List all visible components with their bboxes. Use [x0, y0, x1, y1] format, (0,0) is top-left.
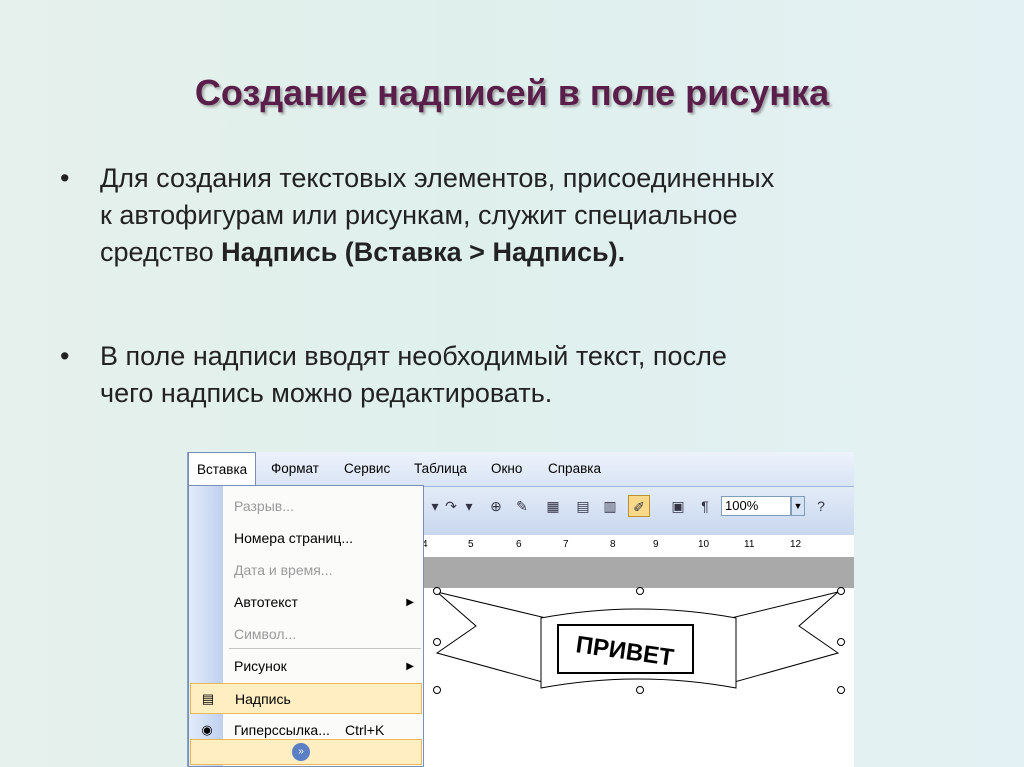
- document-page: ПРИВЕТ: [421, 588, 854, 767]
- menu-window[interactable]: Окно: [491, 452, 522, 486]
- resize-handle[interactable]: [636, 587, 644, 595]
- menu-help[interactable]: Справка: [548, 452, 601, 486]
- resize-handle[interactable]: [837, 638, 845, 646]
- menu-item-autotext[interactable]: Автотекст ▶: [190, 587, 422, 618]
- menu-item-label: Разрыв...: [234, 498, 294, 514]
- ruler-mark: 11: [744, 539, 755, 550]
- hyperlink-icon[interactable]: ⊕: [485, 495, 507, 517]
- resize-handle[interactable]: [433, 686, 441, 694]
- menu-item-picture[interactable]: Рисунок ▶: [190, 651, 422, 682]
- bullet-2-line-1: В поле надписи вводят необходимый текст,…: [100, 341, 727, 371]
- ruler-mark: 8: [610, 539, 616, 550]
- resize-handle[interactable]: [636, 686, 644, 694]
- bullet-1-line-2: к автофигурам или рисункам, служит специ…: [100, 200, 738, 230]
- menu-table[interactable]: Таблица: [414, 452, 467, 486]
- hyperlink-globe-icon: ◉: [201, 722, 213, 737]
- bullet-1-text: Для создания текстовых элементов, присое…: [100, 160, 980, 271]
- pilcrow-icon[interactable]: ¶: [694, 495, 716, 517]
- insert-menu-dropdown: Разрыв... Номера страниц... Дата и время…: [188, 485, 424, 767]
- insert-table-icon[interactable]: ▦: [542, 495, 564, 517]
- word-screenshot: Вставка Формат Сервис Таблица Окно Справ…: [187, 452, 854, 767]
- slide-background: Создание надписей в поле рисунка • Для с…: [0, 0, 1024, 767]
- insert-excel-icon[interactable]: ▤: [572, 495, 594, 517]
- menu-item-label: Символ...: [234, 626, 297, 642]
- bullet-1-line-3: средство Надпись (Вставка > Надпись).: [100, 234, 980, 271]
- drawing-icon[interactable]: ✐: [628, 495, 650, 517]
- zoom-box[interactable]: 100%: [721, 496, 791, 516]
- ruler-mark: 10: [698, 539, 710, 550]
- menu-expand-button[interactable]: »: [190, 739, 422, 765]
- menu-item-page-numbers[interactable]: Номера страниц...: [190, 523, 422, 554]
- bullet-2-text: В поле надписи вводят необходимый текст,…: [100, 338, 980, 412]
- menu-item-label: Рисунок: [234, 658, 287, 674]
- resize-handle[interactable]: [433, 587, 441, 595]
- menu-tools[interactable]: Сервис: [344, 452, 390, 486]
- textbox-icon: ▤: [201, 691, 215, 706]
- menu-item-symbol[interactable]: Символ...: [190, 619, 422, 650]
- horizontal-ruler: 4 5 6 7 8 9 10 11 12: [421, 535, 854, 558]
- redo-arrow-icon[interactable]: ▾: [458, 495, 480, 517]
- menu-item-label: Автотекст: [234, 594, 298, 610]
- zoom-dropdown-icon[interactable]: ▼: [791, 496, 805, 516]
- menu-separator: [229, 648, 421, 649]
- menu-item-date-time[interactable]: Дата и время...: [190, 555, 422, 586]
- ruler-mark: 12: [790, 539, 802, 550]
- resize-handle[interactable]: [837, 686, 845, 694]
- menu-item-break[interactable]: Разрыв...: [190, 491, 422, 522]
- banner-autoshape[interactable]: ПРИВЕТ: [421, 588, 854, 767]
- menu-insert[interactable]: Вставка: [188, 452, 257, 486]
- menu-item-label: Дата и время...: [234, 562, 333, 578]
- menu-format[interactable]: Формат: [271, 452, 319, 486]
- ruler-mark: 5: [468, 539, 474, 550]
- bullet-2-line-2: чего надпись можно редактировать.: [100, 378, 553, 408]
- menu-item-textbox[interactable]: ▤ Надпись: [190, 683, 422, 714]
- bullet-1-line-3-bold: Надпись (Вставка > Надпись).: [221, 237, 626, 267]
- bullet-1-line-3-plain: средство: [100, 237, 222, 267]
- ruler-mark: 6: [516, 539, 522, 550]
- bullet-marker: •: [60, 341, 70, 371]
- document-map-icon[interactable]: ▣: [667, 495, 689, 517]
- double-chevron-down-icon: »: [292, 743, 310, 761]
- submenu-arrow-icon: ▶: [406, 661, 414, 672]
- menu-bar: Вставка Формат Сервис Таблица Окно Справ…: [188, 452, 854, 487]
- resize-handle[interactable]: [433, 638, 441, 646]
- menu-item-label: Надпись: [235, 691, 291, 707]
- resize-handle[interactable]: [837, 587, 845, 595]
- submenu-arrow-icon: ▶: [406, 597, 414, 608]
- page-title: Создание надписей в поле рисунка: [194, 72, 830, 113]
- bullet-1-line-1: Для создания текстовых элементов, присое…: [100, 163, 775, 193]
- ruler-mark: 9: [653, 539, 659, 550]
- help-icon[interactable]: ?: [810, 495, 832, 517]
- columns-icon[interactable]: ▥: [599, 495, 621, 517]
- document-gray-area: [421, 558, 854, 588]
- menu-item-label: Номера страниц...: [234, 530, 353, 546]
- bullet-marker: •: [60, 163, 70, 193]
- ruler-mark: 7: [563, 539, 569, 550]
- tables-borders-icon[interactable]: ✎: [511, 495, 533, 517]
